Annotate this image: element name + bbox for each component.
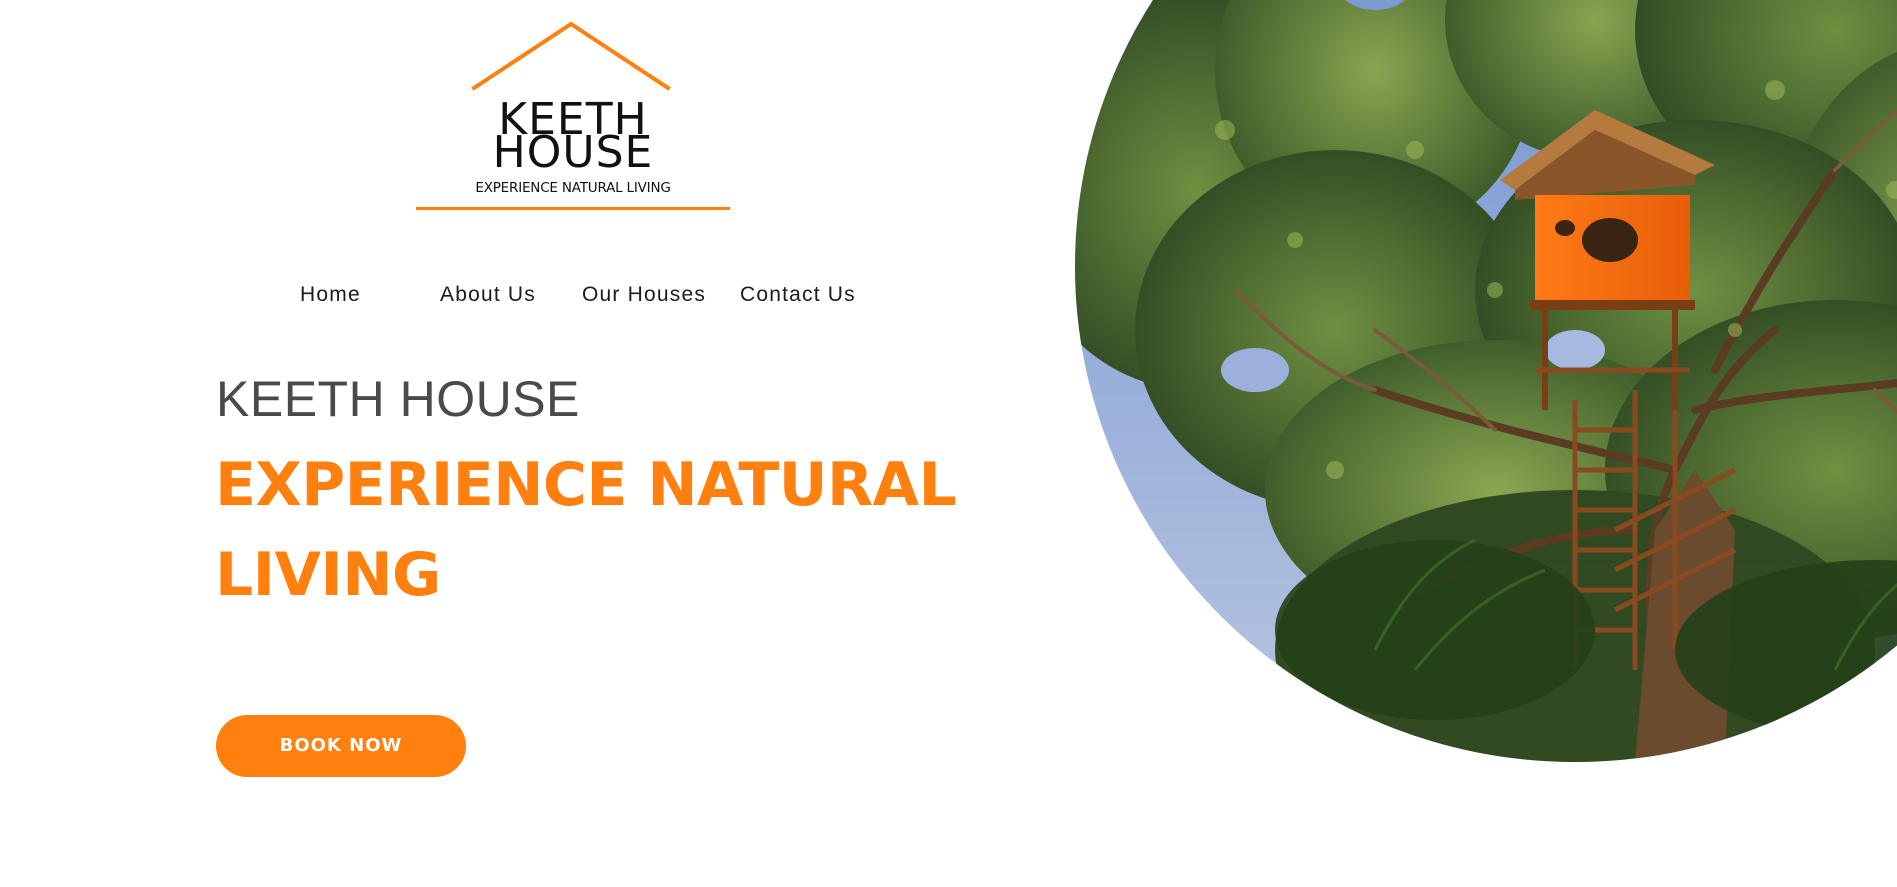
hero-headline: EXPERIENCE NATURAL LIVING (215, 450, 957, 610)
house-roof-icon (471, 21, 671, 91)
treehouse-illustration (1075, 0, 1897, 762)
nav-home[interactable]: Home (300, 283, 361, 307)
treehouse-photo (1075, 0, 1897, 762)
book-now-button[interactable]: BOOK NOW (216, 715, 466, 777)
logo-tagline: EXPERIENCE NATURAL LIVING (475, 180, 671, 196)
logo-underline (416, 207, 730, 210)
nav-about-us[interactable]: About Us (440, 283, 536, 307)
nav-contact-us[interactable]: Contact Us (740, 283, 856, 307)
logo-name-line2: HOUSE (492, 127, 654, 178)
hero-kicker: KEETH HOUSE (216, 371, 580, 427)
landing-page: KEETH HOUSE EXPERIENCE NATURAL LIVING Ho… (0, 0, 1897, 887)
nav-our-houses[interactable]: Our Houses (582, 283, 706, 307)
brand-logo[interactable]: KEETH HOUSE EXPERIENCE NATURAL LIVING (414, 20, 732, 216)
